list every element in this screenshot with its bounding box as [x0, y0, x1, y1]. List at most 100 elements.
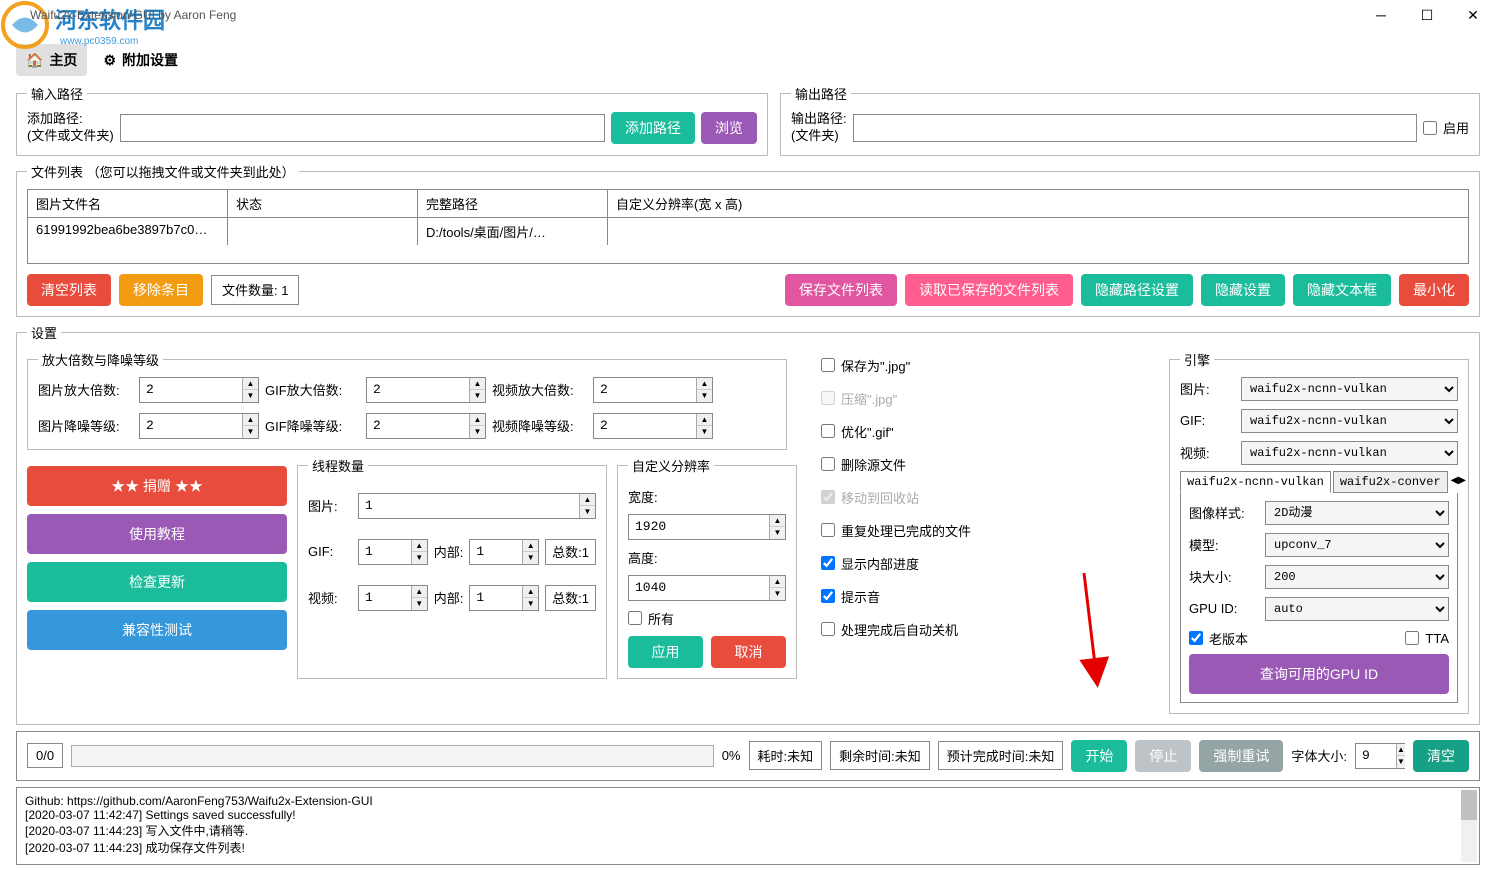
- progress-counter: 0/0: [27, 743, 63, 768]
- engine-tab-vulkan[interactable]: waifu2x-ncnn-vulkan: [1180, 471, 1331, 493]
- browse-button[interactable]: 浏览: [701, 112, 757, 144]
- file-list-legend: 文件列表 （您可以拖拽文件或文件夹到此处）: [27, 162, 299, 181]
- close-window-button[interactable]: ✕: [1450, 0, 1496, 30]
- tab-extra[interactable]: ⚙ 附加设置: [93, 44, 188, 76]
- remaining-time: 剩余时间:未知: [830, 741, 930, 770]
- clear-log-button[interactable]: 清空: [1413, 740, 1469, 772]
- window-title: Waifu2x-Extension-GUI by Aaron Feng: [30, 8, 236, 22]
- tab-home-label: 主页: [49, 50, 77, 70]
- engine-block-select[interactable]: 200: [1265, 565, 1449, 589]
- log-line: [2020-03-07 11:42:47] Settings saved suc…: [25, 808, 1471, 822]
- progress-bar-row: 0/0 0% 耗时:未知 剩余时间:未知 预计完成时间:未知 开始 停止 强制重…: [16, 731, 1480, 781]
- gif-noise-spin[interactable]: ▲▼: [366, 413, 486, 439]
- start-button[interactable]: 开始: [1071, 740, 1127, 772]
- hide-path-button[interactable]: 隐藏路径设置: [1081, 274, 1193, 306]
- font-size-label: 字体大小:: [1291, 746, 1347, 765]
- tta-checkbox[interactable]: TTA: [1405, 631, 1449, 646]
- maximize-window-button[interactable]: ☐: [1404, 0, 1450, 30]
- elapsed-time: 耗时:未知: [749, 741, 823, 770]
- scrollbar-thumb[interactable]: [1461, 790, 1477, 820]
- file-list-group: 文件列表 （您可以拖拽文件或文件夹到此处） 图片文件名 状态 完整路径 自定义分…: [16, 162, 1480, 317]
- custom-resolution-group: 自定义分辨率 宽度: ▲▼ 高度: ▲▼ 所有 应用 取消: [617, 456, 797, 679]
- remove-item-button[interactable]: 移除条目: [119, 274, 203, 306]
- optimize-gif-checkbox[interactable]: 优化".gif": [821, 422, 1155, 441]
- log-line: [2020-03-07 11:44:23] 成功保存文件列表!: [25, 839, 1471, 856]
- engine-style-select[interactable]: 2D动漫: [1265, 501, 1449, 525]
- font-size-spin[interactable]: ▲▼: [1355, 743, 1405, 769]
- vid-noise-spin[interactable]: ▲▼: [593, 413, 713, 439]
- tutorial-button[interactable]: 使用教程: [27, 514, 287, 554]
- threads-group: 线程数量 图片: ▲▼ GIF: ▲▼ 内部: ▲▼ 总数:1 视频:: [297, 456, 607, 679]
- cancel-res-button[interactable]: 取消: [711, 636, 786, 668]
- thread-img-spin[interactable]: ▲▼: [358, 493, 596, 519]
- engine-img-select[interactable]: waifu2x-ncnn-vulkan: [1241, 377, 1458, 401]
- hide-textbox-button[interactable]: 隐藏文本框: [1293, 274, 1391, 306]
- col-status: 状态: [228, 190, 418, 217]
- settings-legend: 设置: [27, 323, 61, 342]
- stop-button[interactable]: 停止: [1135, 740, 1191, 772]
- tab-home[interactable]: 🏠 主页: [16, 44, 87, 76]
- input-path-field[interactable]: [120, 114, 605, 142]
- img-scale-spin[interactable]: ▲▼: [139, 377, 259, 403]
- thread-gif-spin[interactable]: ▲▼: [358, 539, 428, 565]
- sound-checkbox[interactable]: 提示音: [821, 587, 1155, 606]
- col-name: 图片文件名: [28, 190, 228, 217]
- gear-icon: ⚙: [103, 52, 116, 69]
- save-filelist-button[interactable]: 保存文件列表: [785, 274, 897, 306]
- recycle-checkbox: 移动到回收站: [821, 488, 1155, 507]
- thread-vid-spin[interactable]: ▲▼: [358, 585, 428, 611]
- gif-scale-spin[interactable]: ▲▼: [366, 377, 486, 403]
- minimize-button[interactable]: 最小化: [1399, 274, 1469, 306]
- vid-scale-spin[interactable]: ▲▼: [593, 377, 713, 403]
- main-tabs: 🏠 主页 ⚙ 附加设置: [0, 44, 1496, 76]
- eta-time: 预计完成时间:未知: [938, 741, 1064, 770]
- query-gpu-button[interactable]: 查询可用的GPU ID: [1189, 654, 1449, 694]
- thread-gif-inner-spin[interactable]: ▲▼: [469, 539, 539, 565]
- compat-test-button[interactable]: 兼容性测试: [27, 610, 287, 650]
- add-path-button[interactable]: 添加路径: [611, 112, 695, 144]
- scale-legend: 放大倍数与降噪等级: [38, 350, 163, 369]
- table-row[interactable]: 61991992bea6be3897b7c0… D:/tools/桌面/图片/…: [28, 218, 1468, 245]
- scale-noise-group: 放大倍数与降噪等级 图片放大倍数: ▲▼ GIF放大倍数: ▲▼ 视频放大倍数:…: [27, 350, 787, 450]
- delete-src-checkbox[interactable]: 删除源文件: [821, 455, 1155, 474]
- engine-vid-select[interactable]: waifu2x-ncnn-vulkan: [1241, 441, 1458, 465]
- log-line: [2020-03-07 11:44:23] 写入文件中,请稍等.: [25, 822, 1471, 839]
- gif-thread-total: 总数:1: [545, 539, 596, 565]
- clear-list-button[interactable]: 清空列表: [27, 274, 111, 306]
- minimize-window-button[interactable]: ─: [1358, 0, 1404, 30]
- options-checkboxes: 保存为".jpg" 压缩".jpg" 优化".gif" 删除源文件 移动到回收站…: [817, 350, 1159, 714]
- engine-tab-conver[interactable]: waifu2x-conver: [1333, 471, 1448, 493]
- file-count: 文件数量: 1: [211, 275, 299, 305]
- height-spin[interactable]: ▲▼: [628, 575, 786, 601]
- output-path-label: 输出路径: (文件夹): [791, 111, 847, 145]
- output-path-group: 输出路径 输出路径: (文件夹) 启用: [780, 84, 1480, 156]
- engine-gif-select[interactable]: waifu2x-ncnn-vulkan: [1241, 409, 1458, 433]
- progress-bar: [71, 745, 714, 767]
- col-resolution: 自定义分辨率(宽 x 高): [608, 190, 1468, 217]
- save-jpg-checkbox[interactable]: 保存为".jpg": [821, 356, 1155, 375]
- engine-gpu-select[interactable]: auto: [1265, 597, 1449, 621]
- log-output[interactable]: Github: https://github.com/AaronFeng753/…: [16, 787, 1480, 865]
- donate-button[interactable]: ★★ 捐赠 ★★: [27, 466, 287, 506]
- show-progress-checkbox[interactable]: 显示内部进度: [821, 554, 1155, 573]
- output-path-field[interactable]: [853, 114, 1417, 142]
- engine-group: 引擎 图片: waifu2x-ncnn-vulkan GIF: waifu2x-…: [1169, 350, 1469, 714]
- force-retry-button[interactable]: 强制重试: [1199, 740, 1283, 772]
- output-enable-checkbox[interactable]: 启用: [1423, 118, 1469, 137]
- img-noise-spin[interactable]: ▲▼: [139, 413, 259, 439]
- reprocess-checkbox[interactable]: 重复处理已完成的文件: [821, 521, 1155, 540]
- thread-vid-inner-spin[interactable]: ▲▼: [469, 585, 539, 611]
- auto-shutdown-checkbox[interactable]: 处理完成后自动关机: [821, 620, 1155, 639]
- hide-settings-button[interactable]: 隐藏设置: [1201, 274, 1285, 306]
- width-spin[interactable]: ▲▼: [628, 514, 786, 540]
- all-checkbox[interactable]: 所有: [628, 609, 786, 628]
- old-version-checkbox[interactable]: 老版本: [1189, 629, 1248, 648]
- compress-jpg-checkbox: 压缩".jpg": [821, 389, 1155, 408]
- input-path-group: 输入路径 添加路径: (文件或文件夹) 添加路径 浏览: [16, 84, 768, 156]
- window-titlebar: Waifu2x-Extension-GUI by Aaron Feng ─ ☐ …: [0, 0, 1496, 30]
- check-update-button[interactable]: 检查更新: [27, 562, 287, 602]
- apply-res-button[interactable]: 应用: [628, 636, 703, 668]
- load-filelist-button[interactable]: 读取已保存的文件列表: [905, 274, 1073, 306]
- engine-model-select[interactable]: upconv_7: [1265, 533, 1449, 557]
- input-path-legend: 输入路径: [27, 84, 87, 103]
